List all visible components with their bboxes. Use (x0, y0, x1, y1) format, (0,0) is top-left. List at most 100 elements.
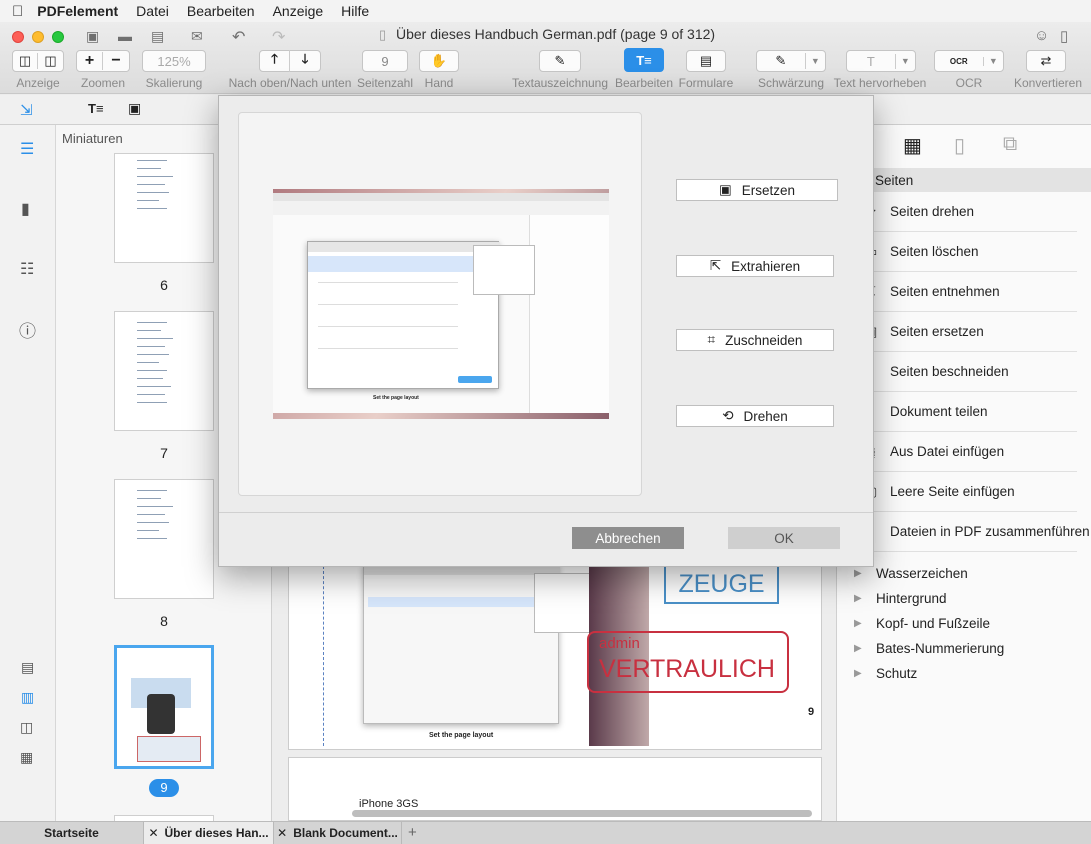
replace-button[interactable]: ▣ Ersetzen (676, 179, 838, 201)
document-tools-icon[interactable]: ▯ (954, 133, 965, 158)
hand-tool-button[interactable]: ✋ (419, 50, 459, 72)
redo-icon[interactable]: ↷ (272, 27, 285, 47)
menu-anzeige[interactable]: Anzeige (273, 3, 324, 19)
section-hintergrund[interactable]: ▶ Hintergrund (854, 591, 947, 606)
section-bates[interactable]: ▶ Bates-Nummerierung (854, 641, 1004, 656)
thumbnail-page-6[interactable] (114, 153, 214, 263)
menu-hilfe[interactable]: Hilfe (341, 3, 369, 19)
menu-bar:  PDFelement Datei Bearbeiten Anzeige Hi… (0, 0, 1091, 22)
embedded-screenshot (363, 564, 608, 724)
ocr-button[interactable]: OCR ▼ (934, 50, 1004, 72)
minimize-window-button[interactable] (32, 31, 44, 43)
crop-icon: ⌗ (707, 332, 716, 347)
menu-datei[interactable]: Datei (136, 3, 169, 19)
print-icon[interactable]: ▤ (151, 28, 164, 45)
confidential-stamp[interactable]: admin VERTRAULICH (587, 631, 789, 693)
thumbnails-icon[interactable]: ☰ (20, 139, 34, 159)
chevron-right-icon: ▶ (854, 568, 862, 579)
hand-label: Hand (424, 76, 454, 90)
embedded-caption: Set the page layout (429, 732, 494, 739)
single-page-view-icon[interactable]: ▤ (21, 659, 34, 676)
save-icon[interactable]: ▣ (86, 28, 99, 45)
close-tab-icon[interactable]: ✕ (148, 826, 158, 840)
new-tab-icon[interactable]: + (408, 824, 417, 841)
highlight-button[interactable]: T ▼ (846, 50, 916, 72)
device-icon[interactable]: ▯ (1060, 27, 1068, 45)
tab-bar: Startseite ✕ Über dieses Han... ✕ Blank Do… (0, 821, 1091, 844)
zoom-in-button[interactable]: + (77, 52, 104, 70)
highlight-icon: T (847, 53, 896, 69)
single-page-icon[interactable]: ◫ (13, 53, 38, 69)
section-schutz[interactable]: ▶ Schutz (854, 666, 917, 681)
extract-button[interactable]: ⇱ Extrahieren (676, 255, 834, 277)
two-page-view-icon[interactable]: ◫ (20, 719, 33, 736)
zoom-select[interactable]: 125% (142, 50, 206, 72)
select-cursor-icon[interactable]: ⇲ (20, 101, 33, 119)
view-mode-toggle[interactable]: ◫ ◫ (12, 50, 64, 72)
horizontal-scrollbar[interactable] (352, 810, 812, 817)
page-down-button[interactable]: 🡓 (290, 50, 320, 72)
chevron-down-icon[interactable]: ▼ (984, 56, 1003, 66)
tab-handbuch[interactable]: ✕ Über dieses Han... (144, 822, 274, 844)
menu-app-name[interactable]: PDFelement (37, 3, 118, 19)
close-window-button[interactable] (12, 31, 24, 43)
tab-startseite[interactable]: Startseite (0, 822, 144, 844)
mail-icon[interactable]: ✉ (191, 28, 203, 45)
zoom-window-button[interactable] (52, 31, 64, 43)
stamp-text: VERTRAULICH (599, 655, 775, 683)
ocr-icon: OCR (935, 56, 984, 66)
redact-button[interactable]: ✎ ▼ (756, 50, 826, 72)
folder-icon[interactable]: ▬ (118, 28, 132, 44)
thumbnail-page-8[interactable] (114, 479, 214, 599)
info-icon[interactable]: ⓘ (19, 317, 36, 342)
section-kopf-fusszeile[interactable]: ▶ Kopf- und Fußzeile (854, 616, 990, 631)
page-number-input[interactable]: 9 (362, 50, 408, 72)
tab-handbuch-label: Über dieses Han... (164, 826, 269, 840)
rotate-button[interactable]: ⟲ Drehen (676, 405, 834, 427)
forms-button[interactable]: ▤ (686, 50, 726, 72)
cancel-button[interactable]: Abbrechen (572, 527, 684, 549)
redact-icon: ✎ (757, 53, 806, 69)
markup-button[interactable]: ✎ (539, 50, 581, 72)
section-wasserzeichen[interactable]: ▶ Wasserzeichen (854, 566, 968, 581)
page-number-label: 9 (808, 706, 815, 718)
insert-blank-page-label: Leere Seite einfügen (890, 484, 1015, 499)
edit-button[interactable]: T≡ (624, 48, 664, 72)
feedback-icon[interactable]: ☺ (1034, 27, 1049, 44)
bearbeiten-label: Bearbeiten (614, 76, 674, 90)
menu-bearbeiten[interactable]: Bearbeiten (187, 3, 255, 19)
outline-icon[interactable]: ☷ (20, 259, 34, 279)
undo-icon[interactable]: ↶ (232, 27, 245, 47)
zoom-out-button[interactable]: − (103, 52, 129, 70)
thumbnail-page-7[interactable] (114, 311, 214, 431)
add-image-icon[interactable]: ▣ (128, 100, 141, 117)
page-up-button[interactable]: 🡑 (260, 50, 291, 72)
chevron-down-icon[interactable]: ▼ (806, 56, 825, 66)
section-seiten[interactable]: Seiten (837, 168, 1091, 192)
chevron-down-icon[interactable]: ▼ (896, 56, 915, 66)
tab-blank-document[interactable]: ✕ Blank Document... (274, 822, 402, 844)
crop-button[interactable]: ⌗ Zuschneiden (676, 329, 834, 351)
add-text-icon[interactable]: T≡ (88, 101, 104, 116)
skalierung-label: Skalierung (145, 76, 203, 90)
extract-button-label: Extrahieren (731, 258, 801, 274)
page-tools-panel: ▦ ▯ ⧉ Seiten ⟳Seiten drehen ▭Seiten lösc… (836, 125, 1091, 821)
thumbnail-page-9[interactable] (114, 645, 214, 769)
two-page-icon[interactable]: ◫ (38, 53, 63, 69)
convert-tools-icon[interactable]: ⧉ (1003, 133, 1017, 156)
grid-view-icon[interactable]: ▦ (20, 749, 33, 766)
convert-button[interactable]: ⇄ (1026, 50, 1066, 72)
tab-startseite-label: Startseite (44, 826, 99, 840)
preview-screenshot: Set the page layout (273, 189, 609, 419)
witness-stamp[interactable]: ZEUGE (664, 566, 779, 604)
markup-icon: ✎ (554, 53, 566, 68)
close-tab-icon[interactable]: ✕ (277, 826, 287, 840)
schwaerzung-label: Schwärzung (757, 76, 825, 90)
ok-button[interactable]: OK (728, 527, 840, 549)
continuous-view-icon[interactable]: ▥ (21, 689, 34, 706)
apple-icon[interactable]:  (12, 3, 23, 20)
page-tools-icon[interactable]: ▦ (903, 133, 922, 158)
preview-convert-dialog (307, 241, 500, 389)
bookmark-icon[interactable]: ▮ (21, 199, 30, 219)
image-icon: ▣ (718, 182, 732, 197)
